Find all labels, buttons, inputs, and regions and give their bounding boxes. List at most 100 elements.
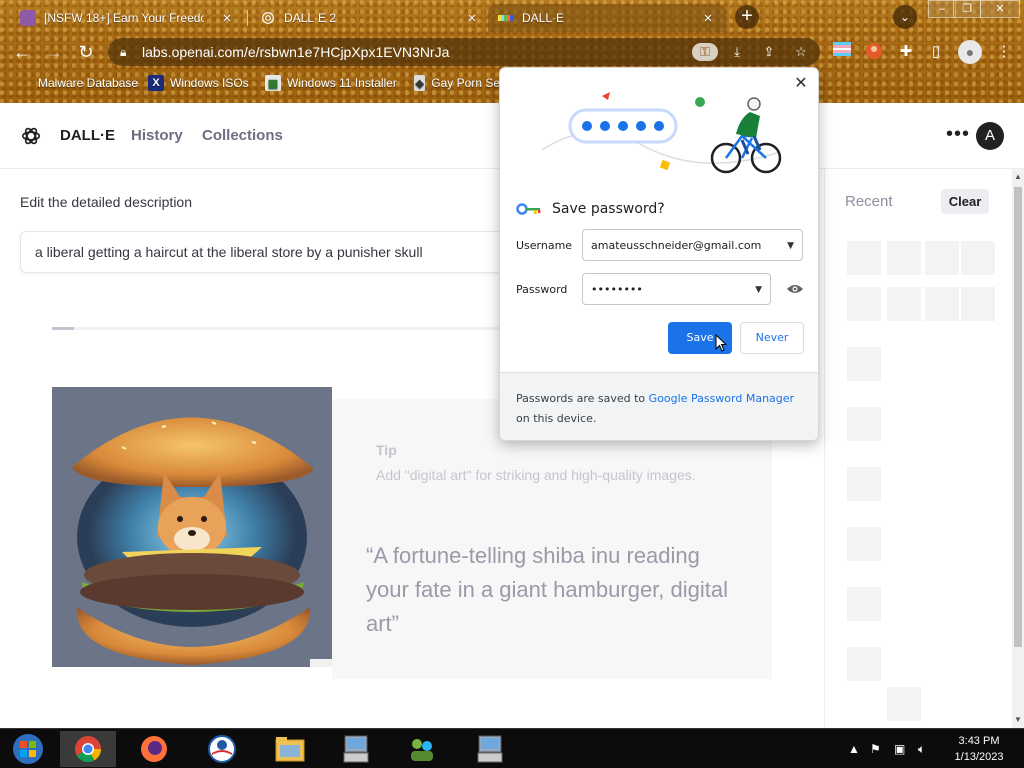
example-prompt-quote: “A fortune-telling shiba inu reading you… bbox=[366, 543, 729, 636]
installer-icon: ▦ bbox=[265, 75, 281, 91]
recent-thumbnail[interactable] bbox=[925, 287, 959, 321]
network-icon[interactable]: ▣ bbox=[894, 742, 905, 756]
password-manager-link[interactable]: Google Password Manager bbox=[649, 392, 794, 405]
openai-logo-icon[interactable] bbox=[20, 125, 42, 147]
windows-taskbar: ▲ ⚑ ▣ 🔈︎ 3:43 PM 1/13/2023 bbox=[0, 728, 1024, 768]
recent-thumbnail[interactable] bbox=[847, 347, 881, 381]
show-password-eye-icon[interactable] bbox=[786, 283, 804, 295]
show-hidden-icons-icon[interactable]: ▲ bbox=[848, 742, 860, 756]
scrollbar-thumb[interactable] bbox=[1014, 187, 1022, 647]
extensions-puzzle-icon[interactable]: ✚ bbox=[896, 42, 916, 62]
prompt-input[interactable]: a liberal getting a haircut at the liber… bbox=[20, 231, 520, 273]
recent-title: Recent bbox=[845, 193, 893, 210]
close-tab-icon[interactable]: × bbox=[219, 10, 235, 27]
username-field[interactable]: amateusschneider@gmail.com ▼ bbox=[582, 229, 803, 261]
system-clock[interactable]: 3:43 PM 1/13/2023 bbox=[946, 733, 1012, 765]
bookmark-icon bbox=[16, 75, 32, 91]
profile-icon[interactable]: ● bbox=[958, 40, 982, 64]
bookmark-gay-porn[interactable]: ◈ Gay Porn Se bbox=[414, 75, 500, 91]
recent-thumbnail[interactable] bbox=[847, 287, 881, 321]
minimize-button[interactable]: – bbox=[928, 0, 956, 18]
volume-icon[interactable]: 🔈︎ bbox=[918, 742, 925, 757]
taskbar-file-explorer[interactable] bbox=[262, 731, 318, 767]
clock-time: 3:43 PM bbox=[958, 735, 1000, 747]
never-button[interactable]: Never bbox=[740, 322, 804, 354]
shiba-hamburger-illustration bbox=[52, 387, 332, 667]
dropdown-caret-icon[interactable]: ▼ bbox=[787, 241, 794, 251]
extension-flag-icon[interactable] bbox=[832, 42, 852, 62]
back-arrow-icon[interactable]: ← bbox=[10, 40, 34, 64]
footer-text-suffix: on this device. bbox=[516, 412, 597, 425]
forward-arrow-icon[interactable]: → bbox=[42, 40, 66, 64]
restore-button[interactable]: ❐ bbox=[953, 0, 981, 18]
bookmark-windows-isos[interactable]: X Windows ISOs bbox=[148, 75, 249, 91]
taskbar-installer-2[interactable] bbox=[462, 731, 518, 767]
install-icon[interactable]: ⤓ bbox=[724, 43, 750, 61]
folder-icon bbox=[275, 737, 305, 762]
scroll-down-arrow-icon[interactable]: ▼ bbox=[1012, 714, 1024, 726]
recent-thumbnail[interactable] bbox=[887, 287, 921, 321]
address-bar[interactable]: 🔒︎ labs.openai.com/e/rsbwn1e7HCjpXpx1EVN… bbox=[108, 38, 820, 66]
recent-thumbnail[interactable] bbox=[847, 467, 881, 501]
obama-logo-icon bbox=[208, 735, 236, 763]
new-tab-button[interactable]: + bbox=[735, 5, 759, 29]
password-illustration bbox=[541, 92, 782, 174]
menu-kebab-icon[interactable]: ⋮ bbox=[994, 42, 1014, 62]
taskbar-network-app[interactable] bbox=[394, 731, 450, 767]
recent-thumbnail[interactable] bbox=[847, 527, 881, 561]
side-panel-icon[interactable]: ▯ bbox=[926, 42, 946, 62]
recent-thumbnail[interactable] bbox=[847, 587, 881, 621]
close-tab-icon[interactable]: × bbox=[464, 10, 480, 27]
taskbar-obama-app[interactable] bbox=[194, 731, 250, 767]
close-icon[interactable]: ✕ bbox=[792, 74, 810, 92]
action-center-flag-icon[interactable]: ⚑ bbox=[870, 742, 881, 756]
tab-title: [NSFW 18+] Earn Your Freedom | bbox=[44, 11, 204, 25]
mouse-cursor-icon bbox=[715, 334, 727, 352]
recent-thumbnail[interactable] bbox=[887, 241, 921, 275]
dropdown-caret-icon[interactable]: ▼ bbox=[755, 285, 762, 295]
start-button[interactable] bbox=[0, 731, 56, 767]
bookmark-label: Malware Database bbox=[38, 76, 139, 90]
scroll-up-arrow-icon[interactable]: ▲ bbox=[1012, 171, 1024, 183]
installer-icon bbox=[477, 735, 503, 763]
recent-thumbnail[interactable] bbox=[887, 687, 921, 721]
bookmark-windows-11-installer[interactable]: ▦ Windows 11 Installer bbox=[265, 75, 397, 91]
bookmark-star-icon[interactable]: ☆ bbox=[788, 43, 814, 61]
close-tab-icon[interactable]: × bbox=[700, 10, 716, 27]
tip-text: Add "digital art" for striking and high-… bbox=[376, 467, 696, 483]
tab-dalle[interactable]: DALL·E × bbox=[488, 4, 726, 32]
extension-avatar-icon[interactable] bbox=[864, 42, 884, 62]
nav-history[interactable]: History bbox=[131, 127, 183, 144]
recent-thumbnail[interactable] bbox=[961, 241, 995, 275]
taskbar-chrome[interactable] bbox=[60, 731, 116, 767]
footer-text: Passwords are saved to bbox=[516, 392, 649, 405]
save-password-dialog: ✕ Save password? Username amateusschneid… bbox=[499, 67, 819, 441]
recent-thumbnail[interactable] bbox=[961, 287, 995, 321]
recent-thumbnail[interactable] bbox=[847, 241, 881, 275]
tab-dalle-2[interactable]: DALL·E 2 × bbox=[250, 4, 490, 32]
reload-icon[interactable]: ↻ bbox=[74, 40, 98, 64]
more-options-icon[interactable]: ••• bbox=[946, 123, 970, 146]
tab-nsfw[interactable]: [NSFW 18+] Earn Your Freedom | × bbox=[10, 4, 245, 32]
dalle-favicon-icon bbox=[498, 10, 514, 26]
password-field[interactable]: •••••••• ▼ bbox=[582, 273, 771, 305]
password-value: •••••••• bbox=[591, 282, 643, 296]
page-scrollbar[interactable]: ▲ ▼ bbox=[1012, 169, 1024, 728]
bookmark-malware-database[interactable]: Malware Database bbox=[16, 75, 138, 91]
close-window-button[interactable]: ✕ bbox=[980, 0, 1020, 18]
tab-search-chevron-icon[interactable]: ⌄ bbox=[893, 5, 917, 29]
brand-name[interactable]: DALL·E bbox=[60, 127, 115, 144]
recent-thumbnail[interactable] bbox=[847, 407, 881, 441]
recent-panel: Recent Clear bbox=[824, 169, 1012, 728]
example-image[interactable] bbox=[52, 387, 332, 667]
taskbar-firefox[interactable] bbox=[126, 731, 182, 767]
chrome-icon bbox=[75, 736, 102, 763]
recent-thumbnail[interactable] bbox=[925, 241, 959, 275]
taskbar-installer[interactable] bbox=[328, 731, 384, 767]
nav-collections[interactable]: Collections bbox=[202, 127, 283, 144]
recent-thumbnail[interactable] bbox=[847, 647, 881, 681]
avatar[interactable]: A bbox=[976, 122, 1004, 150]
share-icon[interactable]: ⇪ bbox=[756, 43, 782, 61]
key-icon[interactable]: ⚿ bbox=[692, 43, 718, 61]
clear-button[interactable]: Clear bbox=[941, 189, 989, 214]
